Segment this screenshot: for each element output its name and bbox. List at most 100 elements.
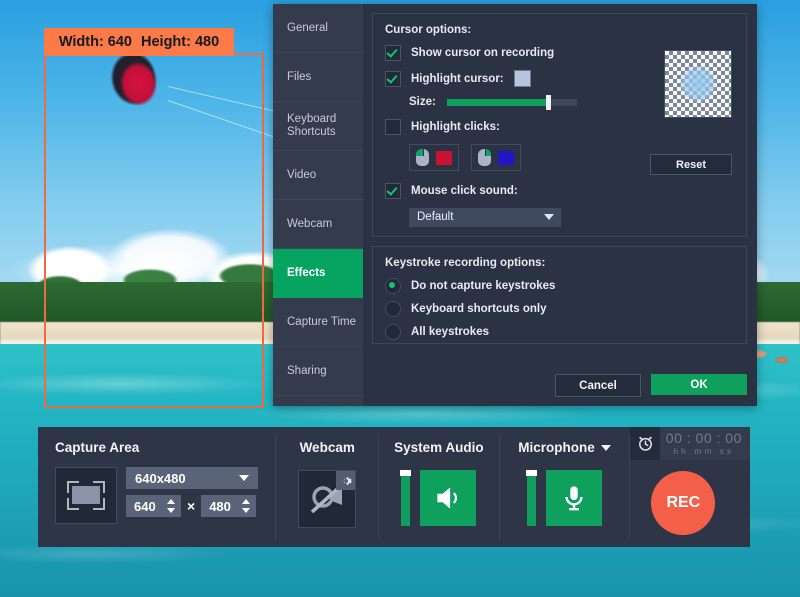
mouse-right-button-icon [478,149,491,166]
recorder-control-bar: Capture Area 640x480 640 [38,427,750,547]
microphone-title-row[interactable]: Microphone [518,440,611,455]
gear-icon [340,475,352,487]
highlight-clicks-checkbox[interactable] [385,119,401,135]
width-value: 640 [134,499,156,514]
sidebar-item-label: General [287,22,328,35]
radio-all-keystrokes-indicator[interactable] [385,324,401,340]
sidebar-item-label: Webcam [287,218,332,231]
sidebar-item-label: Files [287,71,311,84]
radio-all-keystrokes[interactable]: All keystrokes [385,324,734,340]
width-stepper[interactable]: 640 [126,495,181,517]
cancel-button[interactable]: Cancel [555,374,641,397]
capture-size-label: Width: 640 Height: 480 [44,28,234,56]
microphone-volume-slider[interactable] [527,470,536,526]
height-value: 480 [209,499,231,514]
highlight-cursor-color-swatch[interactable] [514,70,531,87]
timer-hours: 00 [666,430,683,446]
record-button[interactable]: REC [651,471,715,535]
system-audio-volume-slider[interactable] [401,470,410,526]
timer-sep-2: : [717,430,721,446]
mouse-left-button-icon [416,149,429,166]
microphone-panel: Microphone [500,427,630,547]
sidebar-item-capture-time[interactable]: Capture Time [273,298,363,347]
capture-area-title: Capture Area [55,440,275,455]
stepper-down-icon[interactable] [242,508,250,513]
height-stepper[interactable]: 480 [201,495,256,517]
radio-label: All keystrokes [411,326,489,338]
volume-handle[interactable] [400,470,411,476]
radio-shortcuts-only[interactable]: Keyboard shortcuts only [385,301,734,317]
mouse-click-sound-checkbox[interactable] [385,183,401,199]
capture-area-frame[interactable] [44,53,264,408]
highlight-cursor-label: Highlight cursor: [411,73,504,85]
chevron-down-icon[interactable] [601,445,611,451]
left-click-color-swatch[interactable] [436,151,452,165]
webcam-settings-gear[interactable] [336,471,355,490]
highlight-cursor-checkbox[interactable] [385,71,401,87]
reset-button[interactable]: Reset [650,154,732,175]
webcam-toggle-button[interactable] [298,470,356,528]
volume-level [401,474,410,526]
show-cursor-label: Show cursor on recording [411,47,554,59]
settings-dialog: General Files Keyboard Shortcuts Video W… [273,4,757,406]
microphone-toggle-button[interactable] [546,470,602,526]
sidebar-item-video[interactable]: Video [273,151,363,200]
stepper-up-icon[interactable] [242,499,250,504]
corner-bracket-tr [93,481,105,493]
slider-fill [447,99,548,106]
volume-level [527,474,536,526]
mouse-click-sound-dropdown[interactable]: Default [409,208,561,227]
system-audio-toggle-button[interactable] [420,470,476,526]
right-click-color-box[interactable] [471,144,521,171]
speaker-icon [431,481,465,515]
capture-area-icon[interactable] [55,467,117,524]
volume-handle[interactable] [526,470,537,476]
webcam-title: Webcam [300,440,355,455]
right-click-color-swatch[interactable] [498,151,514,165]
slider-handle[interactable] [546,95,551,110]
highlight-clicks-row[interactable]: Highlight clicks: [385,119,734,135]
settings-content: Cursor options: Show cursor on recording… [363,4,757,406]
chevron-down-icon [239,475,249,481]
mouse-click-sound-value[interactable]: Default [409,208,561,227]
radio-do-not-capture-indicator[interactable] [385,278,401,294]
corner-bracket-tl [67,481,79,493]
system-audio-title: System Audio [394,440,484,455]
timer-seconds: 00 [725,430,742,446]
sidebar-item-general[interactable]: General [273,4,363,53]
keystroke-options-title: Keystroke recording options: [385,257,734,269]
sidebar-item-effects[interactable]: Effects [273,249,363,298]
sidebar-item-label: Sharing [287,365,327,378]
show-cursor-checkbox[interactable] [385,45,401,61]
radio-do-not-capture[interactable]: Do not capture keystrokes [385,278,734,294]
ok-button[interactable]: OK [651,374,747,395]
radio-label: Keyboard shortcuts only [411,303,546,315]
sidebar-item-webcam[interactable]: Webcam [273,200,363,249]
highlight-glow [679,65,717,103]
radio-shortcuts-only-indicator[interactable] [385,301,401,317]
mouse-click-sound-row[interactable]: Mouse click sound: [385,183,734,199]
settings-sidebar: General Files Keyboard Shortcuts Video W… [273,4,363,406]
cursor-size-slider[interactable] [447,99,577,106]
capture-height-text: Height: 480 [141,34,219,50]
highlight-clicks-label: Highlight clicks: [411,121,500,133]
alarm-clock-button[interactable] [630,427,660,460]
sidebar-item-keyboard-shortcuts[interactable]: Keyboard Shortcuts [273,102,363,151]
keystroke-options-group: Keystroke recording options: Do not capt… [372,246,747,344]
sidebar-item-files[interactable]: Files [273,53,363,102]
webcam-panel: Webcam [276,427,378,547]
stepper-down-icon[interactable] [167,508,175,513]
resolution-dropdown[interactable]: 640x480 [126,467,258,489]
sidebar-item-label: Capture Time [287,316,356,329]
cursor-size-label: Size: [409,96,447,108]
cursor-options-group: Cursor options: Show cursor on recording… [372,13,747,237]
resolution-value: 640x480 [135,471,186,486]
sidebar-item-label: Effects [287,267,325,280]
sidebar-item-sharing[interactable]: Sharing [273,347,363,396]
capture-area-controls: 640x480 640 × 480 [55,467,275,524]
capture-timer[interactable]: 00 : 00 : 00 hh mm ss [630,427,750,460]
system-audio-controls [401,470,476,526]
stepper-up-icon[interactable] [167,499,175,504]
left-click-color-box[interactable] [409,144,459,171]
record-panel: 00 : 00 : 00 hh mm ss REC [630,427,750,547]
